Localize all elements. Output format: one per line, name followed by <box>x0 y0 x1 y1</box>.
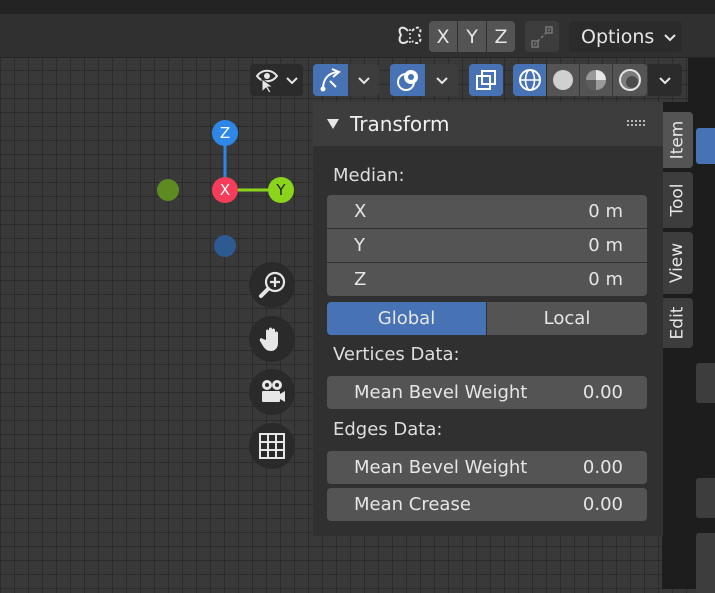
wireframe-sphere-icon <box>518 69 541 91</box>
chevron-down-icon <box>436 77 448 85</box>
camera-icon <box>262 380 285 402</box>
vertex-mean-bevel-weight-field[interactable]: Mean Bevel Weight 0.00 <box>327 376 647 409</box>
field-label: Mean Bevel Weight <box>354 382 528 403</box>
ortho-toggle-button[interactable] <box>249 423 295 469</box>
overlays-toggle-button[interactable] <box>390 64 425 96</box>
global-space-button[interactable]: Global <box>327 302 486 335</box>
axis-neg-z-button[interactable] <box>214 235 236 257</box>
rendered-sphere-icon <box>619 69 641 91</box>
transform-panel-header[interactable]: Transform <box>313 102 663 146</box>
edge-mean-crease-field[interactable]: Mean Crease 0.00 <box>327 488 647 521</box>
median-y-field[interactable]: Y 0 m <box>327 229 647 262</box>
pan-button[interactable] <box>249 316 295 362</box>
axis-x-button[interactable]: X <box>212 177 238 203</box>
field-value: 0 m <box>588 201 623 222</box>
visibility-dropdown[interactable] <box>250 64 303 96</box>
axis-y-button[interactable]: Y <box>268 177 294 203</box>
options-label: Options <box>581 25 655 48</box>
edge-mean-bevel-weight-field[interactable]: Mean Bevel Weight 0.00 <box>327 451 647 484</box>
local-space-button[interactable]: Local <box>487 302 647 335</box>
overlays-dropdown[interactable] <box>426 64 458 96</box>
shading-solid-button[interactable] <box>547 64 579 96</box>
field-label: Y <box>354 235 365 256</box>
field-label: Mean Bevel Weight <box>354 457 528 478</box>
solid-sphere-icon <box>553 70 573 90</box>
chevron-down-icon <box>285 77 298 85</box>
auto-merge-button[interactable] <box>525 21 559 52</box>
xray-toggle-button[interactable] <box>469 64 503 96</box>
zoom-magnifier-icon <box>259 271 286 298</box>
zoom-button[interactable] <box>249 262 295 308</box>
mirror-z-button[interactable]: Z <box>487 21 515 52</box>
edges-data-label: Edges Data: <box>333 419 443 440</box>
axis-z-button[interactable]: Z <box>212 120 238 146</box>
axis-neg-x-button[interactable] <box>157 179 179 201</box>
shading-material-button[interactable] <box>580 64 612 96</box>
top-strip <box>0 0 715 14</box>
panel-title: Transform <box>350 112 450 136</box>
drag-handle-icon[interactable] <box>627 120 647 128</box>
mirror-x-button[interactable]: X <box>429 21 457 52</box>
shading-wireframe-button[interactable] <box>513 64 546 96</box>
mirror-toggle[interactable] <box>394 20 426 52</box>
field-value: 0.00 <box>582 382 623 403</box>
tab-edit[interactable]: Edit <box>662 298 693 348</box>
field-value: 0 m <box>588 269 623 290</box>
merge-vertices-icon <box>531 25 553 48</box>
mirror-y-button[interactable]: Y <box>458 21 486 52</box>
hand-icon <box>259 327 278 351</box>
field-value: 0 m <box>588 235 623 256</box>
gizmo-arrow-icon <box>320 68 341 92</box>
material-sphere-icon <box>586 70 606 90</box>
shading-rendered-button[interactable] <box>613 64 647 96</box>
tab-view[interactable]: View <box>662 232 693 294</box>
grid-icon <box>259 433 285 459</box>
shading-dropdown[interactable] <box>648 64 682 96</box>
gizmo-dropdown[interactable] <box>349 64 379 96</box>
butterfly-mirror-icon <box>398 26 422 45</box>
median-x-field[interactable]: X 0 m <box>327 195 647 228</box>
eye-cursor-icon <box>255 69 278 93</box>
chevron-down-icon <box>659 77 671 85</box>
tab-item[interactable]: Item <box>662 112 693 168</box>
field-label: Mean Crease <box>354 494 471 515</box>
field-value: 0.00 <box>582 494 623 515</box>
overlays-icon <box>396 70 418 91</box>
chevron-down-icon <box>358 77 370 85</box>
field-label: Z <box>354 269 367 290</box>
median-label: Median: <box>333 165 405 186</box>
gizmo-toggle-button[interactable] <box>313 64 348 96</box>
chevron-down-icon <box>664 33 677 41</box>
field-value: 0.00 <box>582 457 623 478</box>
camera-view-button[interactable] <box>249 369 295 415</box>
xray-icon <box>476 70 496 90</box>
median-z-field[interactable]: Z 0 m <box>327 263 647 296</box>
field-label: X <box>354 201 367 222</box>
vertices-data-label: Vertices Data: <box>333 344 460 365</box>
options-dropdown[interactable]: Options <box>569 21 682 52</box>
tab-tool[interactable]: Tool <box>662 172 693 228</box>
panel-collapse-triangle-icon <box>327 119 339 129</box>
